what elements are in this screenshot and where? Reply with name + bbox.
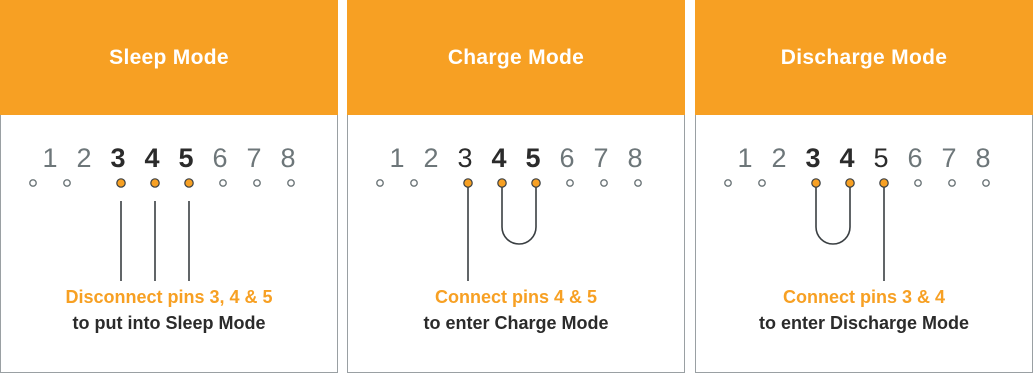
caption-action: Connect pins 3 & 4 <box>782 287 946 307</box>
pin-dots <box>376 178 642 188</box>
pin-dot-2 <box>63 179 71 187</box>
pin-dots <box>29 178 295 188</box>
panel-title: Sleep Mode <box>0 0 338 115</box>
panel-charge-mode: Charge Mode 1 2 3 4 5 6 7 8 Connect pins… <box>347 0 685 373</box>
pin-dot-8 <box>287 179 295 187</box>
pin-dot-1 <box>724 179 732 187</box>
pin-dot-8 <box>982 179 990 187</box>
pin-dot-7 <box>600 179 608 187</box>
pin-dot-3 <box>811 178 821 188</box>
pin-dot-4 <box>497 178 507 188</box>
mode-diagram: Sleep Mode 1 2 3 4 5 6 7 8 Disconnect pi… <box>0 0 1033 374</box>
pin-wiring <box>724 178 990 281</box>
pin-dot-3 <box>463 178 473 188</box>
loop-wire-4-5 <box>501 187 537 245</box>
caption-result: to enter Charge Mode <box>423 313 609 333</box>
pin-dots <box>724 178 990 188</box>
pin-wiring <box>376 178 642 281</box>
panel-sleep-mode: Sleep Mode 1 2 3 4 5 6 7 8 Disconnect pi… <box>0 0 338 373</box>
panel-discharge-mode: Discharge Mode 1 2 3 4 5 6 7 8 Connect p… <box>695 0 1033 373</box>
pin-dot-4 <box>150 178 160 188</box>
pin-dot-2 <box>410 179 418 187</box>
pin-wiring <box>29 178 295 281</box>
caption-result: to put into Sleep Mode <box>72 313 266 333</box>
pin-dot-7 <box>253 179 261 187</box>
pin-dot-5 <box>184 178 194 188</box>
panel-title: Charge Mode <box>347 0 685 115</box>
pin-dot-1 <box>29 179 37 187</box>
caption-action: Connect pins 4 & 5 <box>434 287 598 307</box>
pin-dot-2 <box>758 179 766 187</box>
pin-dot-5 <box>531 178 541 188</box>
pin-dot-1 <box>376 179 384 187</box>
pin-dot-8 <box>634 179 642 187</box>
caption-action: Disconnect pins 3, 4 & 5 <box>65 287 273 307</box>
pin-dot-6 <box>914 179 922 187</box>
pin-dot-3 <box>116 178 126 188</box>
pin-dot-5 <box>879 178 889 188</box>
pin-dot-7 <box>948 179 956 187</box>
pin-dot-6 <box>219 179 227 187</box>
panel-title: Discharge Mode <box>695 0 1033 115</box>
caption-result: to enter Discharge Mode <box>758 313 970 333</box>
pin-dot-6 <box>566 179 574 187</box>
pin-dot-4 <box>845 178 855 188</box>
loop-wire-3-4 <box>815 187 851 245</box>
